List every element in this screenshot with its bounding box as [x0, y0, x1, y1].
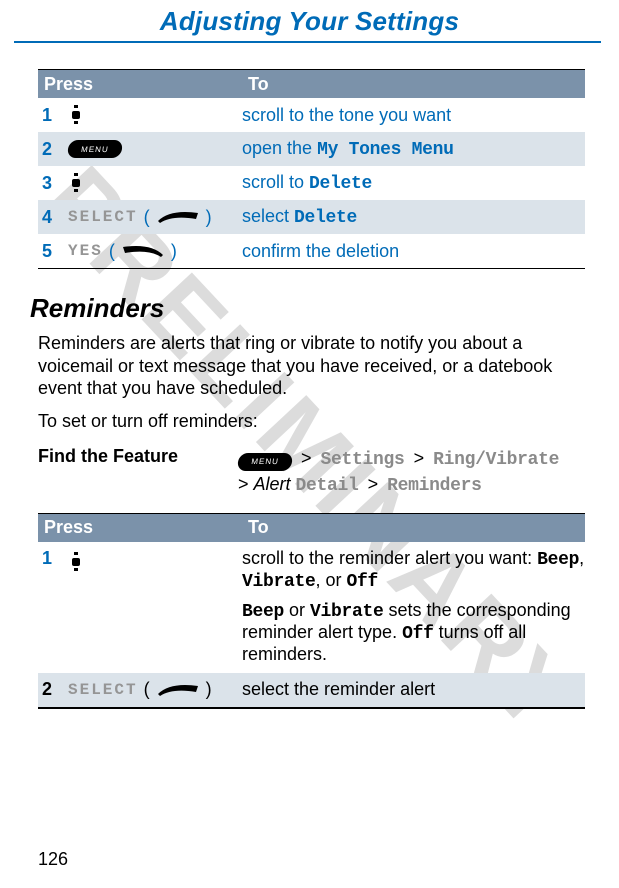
path-ring-vibrate: Ring/Vibrate [433, 450, 559, 470]
opt-vibrate: Vibrate [242, 572, 316, 592]
step-number: 5 [38, 241, 68, 262]
col-header-to: To [244, 74, 269, 95]
paren-close: ) [171, 241, 177, 262]
breadcrumb-separator: > [410, 448, 429, 468]
table-row: 3 scroll to Delete [38, 166, 585, 200]
table-row: 2 SELECT ( ) select the reminder alert [38, 673, 585, 707]
step-desc: scroll to the reminder alert you want: B… [242, 548, 585, 665]
table-row: 4 SELECT ( ) select Delete [38, 200, 585, 234]
softkey-label: YES [68, 242, 103, 260]
table-row: 1 scroll to the reminder alert you want:… [38, 542, 585, 673]
breadcrumb-separator: > [364, 474, 383, 494]
table-row: 1 scroll to the tone you want [38, 98, 585, 132]
step-desc: select the reminder alert [242, 679, 585, 700]
step-number: 4 [38, 207, 68, 228]
scroll-icon [68, 171, 86, 195]
step-desc-pre: open the [242, 138, 317, 158]
step-desc: scroll to Delete [242, 172, 585, 194]
steps-table-1: Press To 1 scroll to the tone you want 2… [38, 69, 585, 269]
scroll-icon [68, 550, 86, 574]
scroll-icon [68, 103, 86, 127]
step-number: 2 [38, 679, 68, 700]
opt-off: Off [347, 572, 379, 592]
step-desc: scroll to the tone you want [242, 105, 585, 126]
softkey-label: SELECT [68, 208, 138, 226]
opt-beep: Beep [242, 602, 284, 622]
step-desc: select Delete [242, 206, 585, 228]
col-header-press: Press [38, 74, 244, 95]
path-settings: Settings [321, 450, 405, 470]
header-rule [14, 41, 601, 43]
col-header-press: Press [38, 517, 244, 538]
paren-open: ( [109, 241, 115, 262]
section-body-2: To set or turn off reminders: [38, 410, 585, 433]
step-desc-mono: Delete [294, 208, 357, 228]
softkey-label: SELECT [68, 681, 138, 699]
page-number: 126 [38, 849, 68, 870]
paren-close: ) [206, 679, 212, 700]
step-desc-pre: scroll to [242, 172, 309, 192]
opt-vibrate: Vibrate [310, 602, 384, 622]
paren-close: ) [206, 207, 212, 228]
step-number: 1 [38, 548, 68, 569]
find-the-feature: Find the Feature MENU > Settings > Ring/… [38, 446, 585, 499]
table-header: Press To [38, 514, 585, 542]
page-title: Adjusting Your Settings [0, 6, 619, 37]
breadcrumb-separator: > [297, 448, 316, 468]
opt-beep: Beep [537, 550, 579, 570]
step-desc-mono: My Tones Menu [317, 140, 454, 160]
table-header: Press To [38, 70, 585, 98]
step-number: 1 [38, 105, 68, 126]
table-row: 5 YES ( ) confirm the deletion [38, 234, 585, 268]
step-desc-mono: Delete [309, 174, 372, 194]
path-reminders: Reminders [387, 476, 482, 496]
page-header: Adjusting Your Settings [0, 0, 619, 47]
right-softkey-icon [156, 682, 200, 698]
menu-key-icon: MENU [237, 453, 294, 471]
right-softkey-icon [156, 209, 200, 225]
table-row: 2 MENU open the My Tones Menu [38, 132, 585, 166]
col-header-to: To [244, 517, 269, 538]
find-path: MENU > Settings > Ring/Vibrate > Alert D… [238, 446, 585, 499]
section-body-1: Reminders are alerts that ring or vibrat… [38, 332, 585, 400]
opt-off: Off [402, 624, 434, 644]
step-number: 3 [38, 173, 68, 194]
path-alert: Alert [254, 474, 291, 494]
step-desc: confirm the deletion [242, 241, 585, 262]
paren-open: ( [144, 679, 150, 700]
path-detail: Detail [296, 476, 359, 496]
paren-open: ( [144, 207, 150, 228]
find-label: Find the Feature [38, 446, 238, 499]
section-heading-reminders: Reminders [30, 293, 585, 324]
steps-table-2: Press To 1 scroll to the reminder alert … [38, 513, 585, 709]
step-number: 2 [38, 139, 68, 160]
left-softkey-icon [121, 243, 165, 259]
menu-key-icon: MENU [67, 140, 124, 158]
step-desc-pre: select [242, 206, 294, 226]
desc-text: scroll to the reminder alert you want: [242, 548, 537, 568]
step-desc: open the My Tones Menu [242, 138, 585, 160]
